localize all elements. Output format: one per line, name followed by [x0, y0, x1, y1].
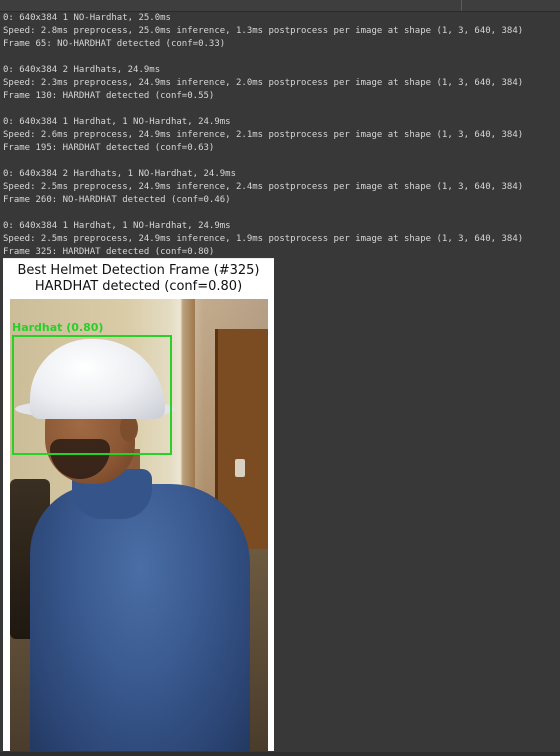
console-line: Frame 195: HARDHAT detected (conf=0.63) [3, 143, 215, 153]
console-line: Speed: 2.6ms preprocess, 24.9ms inferenc… [3, 130, 524, 140]
console-block: 0: 640x384 1 NO-Hardhat, 25.0ms Speed: 2.… [3, 12, 557, 51]
console-line: Frame 65: NO-HARDHAT detected (conf=0.33… [3, 39, 226, 49]
console-line: 0: 640x384 1 NO-Hardhat, 25.0ms [3, 13, 171, 23]
figure-title-line-1: Best Helmet Detection Frame (#325) [17, 263, 260, 278]
output-pane-bottom-edge [0, 752, 560, 756]
console-line: Speed: 2.5ms preprocess, 24.9ms inferenc… [3, 182, 524, 192]
console-line: Speed: 2.5ms preprocess, 24.9ms inferenc… [3, 234, 524, 244]
console-line: 0: 640x384 1 Hardhat, 1 NO-Hardhat, 24.9… [3, 221, 231, 231]
pane-divider [461, 0, 462, 11]
console-output: 0: 640x384 1 NO-Hardhat, 25.0ms Speed: 2.… [3, 12, 557, 259]
console-line: 0: 640x384 2 Hardhats, 1 NO-Hardhat, 24.… [3, 169, 236, 179]
console-line: 0: 640x384 2 Hardhats, 24.9ms [3, 65, 161, 75]
console-line: Frame 130: HARDHAT detected (conf=0.55) [3, 91, 215, 101]
console-block: 0: 640x384 1 Hardhat, 1 NO-Hardhat, 24.9… [3, 116, 557, 155]
console-block: 0: 640x384 2 Hardhats, 1 NO-Hardhat, 24.… [3, 168, 557, 207]
console-block: 0: 640x384 1 Hardhat, 1 NO-Hardhat, 24.9… [3, 220, 557, 259]
figure-title-line-2: HARDHAT detected (conf=0.80) [34, 279, 243, 294]
person-shirt [30, 484, 250, 751]
console-line: Speed: 2.8ms preprocess, 25.0ms inferenc… [3, 26, 524, 36]
console-block: 0: 640x384 2 Hardhats, 24.9ms Speed: 2.3m… [3, 64, 557, 103]
figure-title: Best Helmet Detection Frame (#325) HARDH… [3, 263, 274, 295]
door-handle [235, 459, 245, 477]
detection-photo: Hardhat (0.80) [10, 299, 268, 751]
console-line: 0: 640x384 1 Hardhat, 1 NO-Hardhat, 24.9… [3, 117, 231, 127]
console-line: Speed: 2.3ms preprocess, 24.9ms inferenc… [3, 78, 524, 88]
detection-bounding-box [12, 335, 172, 455]
output-pane-top-bar [0, 0, 560, 12]
console-line: Frame 260: NO-HARDHAT detected (conf=0.4… [3, 195, 231, 205]
detection-label: Hardhat (0.80) [12, 321, 104, 334]
detection-figure: Best Helmet Detection Frame (#325) HARDH… [3, 258, 274, 751]
